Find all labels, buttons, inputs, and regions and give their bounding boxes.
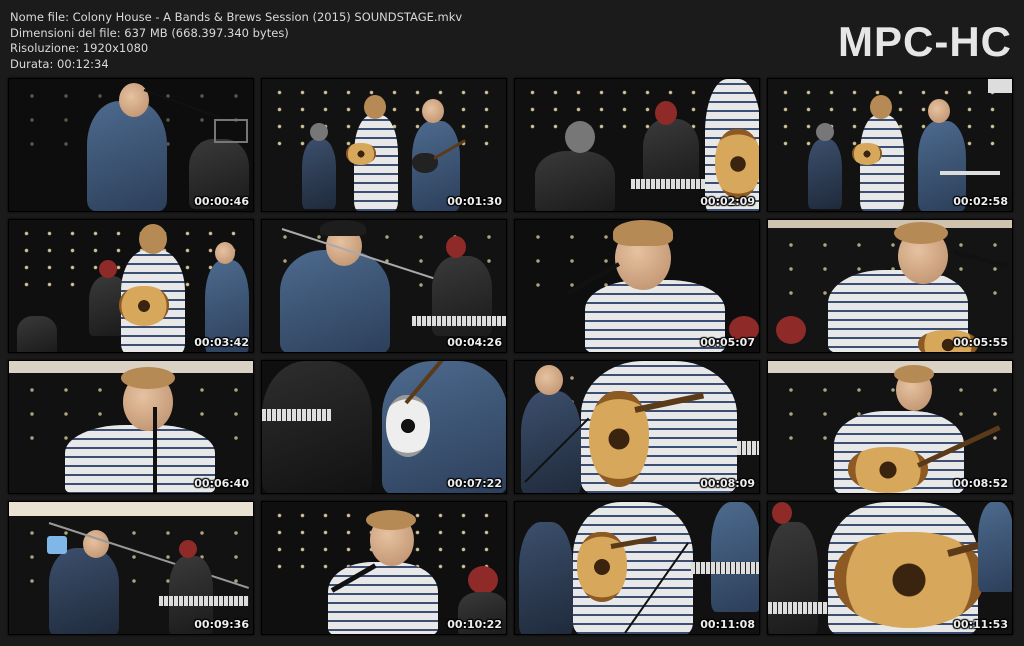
timestamp-label: 00:10:22 [447, 618, 502, 631]
thumbnail: 00:02:58 [767, 78, 1013, 212]
timestamp-label: 00:02:09 [700, 195, 755, 208]
timestamp-label: 00:01:30 [447, 195, 502, 208]
thumbnail: 00:02:09 [514, 78, 760, 212]
timestamp-label: 00:02:58 [953, 195, 1008, 208]
thumbnail: 00:01:30 [261, 78, 507, 212]
timestamp-label: 00:06:40 [194, 477, 249, 490]
timestamp-label: 00:08:52 [953, 477, 1008, 490]
resolution-text: Risoluzione: 1920x1080 [10, 41, 149, 55]
thumbnail: 00:10:22 [261, 501, 507, 635]
thumbnail: 00:06:40 [8, 360, 254, 494]
thumbnail: 00:11:08 [514, 501, 760, 635]
timestamp-label: 00:05:07 [700, 336, 755, 349]
thumbnail: 00:00:46 [8, 78, 254, 212]
thumbnail: 00:03:42 [8, 219, 254, 353]
thumbnail-grid: 00:00:46 00:01:30 00:02:09 00:02:58 00:0… [8, 78, 1013, 635]
timestamp-label: 00:08:09 [700, 477, 755, 490]
mpc-hc-logo: MPC-HC [838, 18, 1012, 65]
thumbnail: 00:08:09 [514, 360, 760, 494]
thumbnail: 00:09:36 [8, 501, 254, 635]
timestamp-label: 00:05:55 [953, 336, 1008, 349]
timestamp-label: 00:11:08 [700, 618, 755, 631]
file-info-panel: Nome file: Colony House - A Bands & Brew… [10, 10, 462, 72]
timestamp-label: 00:07:22 [447, 477, 502, 490]
timestamp-label: 00:04:26 [447, 336, 502, 349]
timestamp-label: 00:09:36 [194, 618, 249, 631]
thumbnail: 00:07:22 [261, 360, 507, 494]
timestamp-label: 00:00:46 [194, 195, 249, 208]
thumbnail: 00:11:53 [767, 501, 1013, 635]
file-size-text: Dimensioni del file: 637 MB (668.397.340… [10, 25, 289, 40]
file-name-text: Nome file: Colony House - A Bands & Brew… [10, 10, 463, 24]
thumbnail: 00:05:55 [767, 219, 1013, 353]
thumbnail: 00:05:07 [514, 219, 760, 353]
timestamp-label: 00:11:53 [953, 618, 1008, 631]
thumbnail: 00:04:26 [261, 219, 507, 353]
thumbnail: 00:08:52 [767, 360, 1013, 494]
timestamp-label: 00:03:42 [194, 336, 249, 349]
duration-text: Durata: 00:12:34 [10, 56, 109, 71]
